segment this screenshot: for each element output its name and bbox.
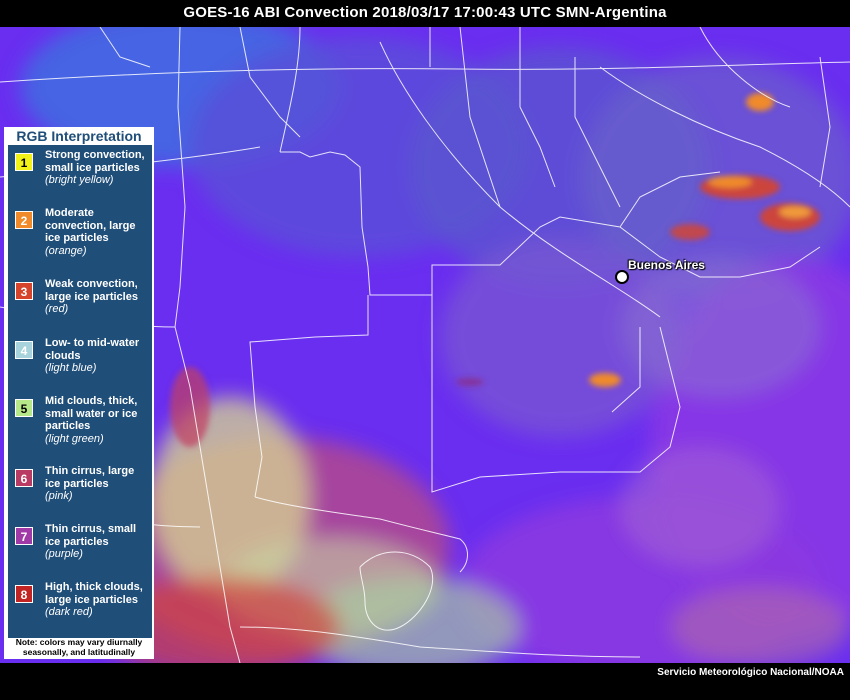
legend-note: (light green) [45, 432, 104, 445]
legend-badge: 7 [15, 527, 33, 545]
legend-text: Thin cirrus, small ice particles [45, 523, 137, 548]
image-title: GOES-16 ABI Convection 2018/03/17 17:00:… [183, 4, 667, 21]
legend-badge: 3 [15, 282, 33, 300]
legend-note: (bright yellow) [45, 174, 114, 186]
legend-note: (dark red) [45, 606, 93, 618]
legend-note: (orange) [45, 244, 87, 257]
legend-text: Weak convection, large ice particles [45, 278, 138, 303]
legend-badge: 1 [15, 153, 33, 171]
legend-note: (light blue) [45, 362, 97, 374]
legend-badge: 6 [15, 469, 33, 487]
legend-note: (red) [45, 303, 69, 315]
city-label: Buenos Aires [628, 258, 705, 272]
legend-panel: 1 Strong convection, small ice particles… [8, 145, 152, 638]
legend-badge: 4 [15, 341, 33, 359]
rgb-legend: RGB Interpretation 1 Strong convection, … [4, 127, 154, 659]
legend-text: High, thick clouds, large ice particles [45, 581, 143, 606]
legend-text: Thin cirrus, large ice particles [45, 465, 135, 490]
buenos-aires-marker-icon[interactable] [615, 270, 629, 284]
legend-note: (purple) [45, 548, 83, 560]
legend-badge: 8 [15, 585, 33, 603]
legend-heading: RGB Interpretation [16, 128, 142, 144]
legend-badge: 2 [15, 211, 33, 229]
legend-text: Moderate convection, large ice particles [45, 207, 136, 244]
legend-text: Low- to mid-water clouds [45, 337, 140, 362]
legend-badge: 5 [15, 399, 33, 417]
legend-text: Mid clouds, thick, small water or ice pa… [45, 395, 138, 432]
image-credit: Servicio Meteorológico Nacional/NOAA [657, 667, 844, 678]
legend-note: (pink) [45, 490, 73, 502]
legend-footnote: Note: colors may vary diurnally seasonal… [15, 637, 143, 657]
legend-text: Strong convection, small ice particles [45, 149, 145, 174]
